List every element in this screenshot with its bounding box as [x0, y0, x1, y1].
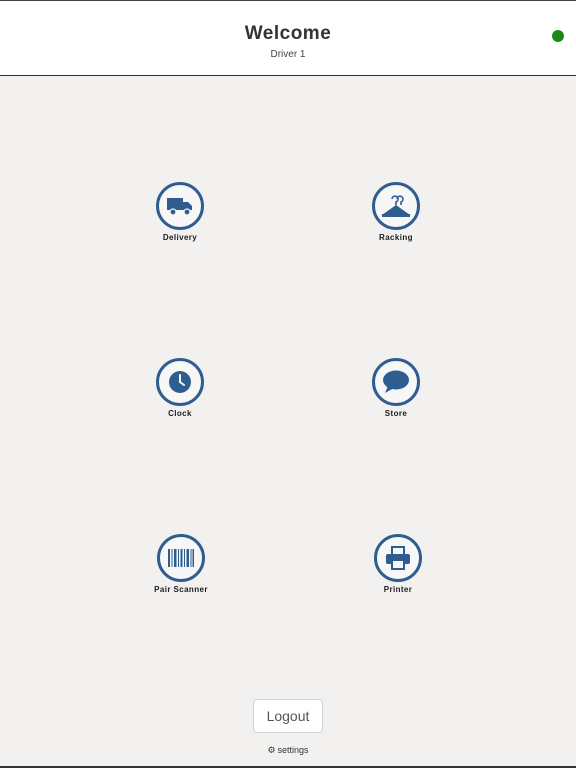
logout-button[interactable]: Logout [253, 699, 323, 733]
settings-label: settings [277, 745, 309, 755]
chat-bubble-icon [372, 358, 420, 406]
settings-link[interactable]: ⚙ settings [0, 745, 576, 756]
clock-icon [156, 358, 204, 406]
store-label: Store [384, 409, 408, 418]
driver-name: Driver 1 [270, 49, 306, 60]
gear-icon: ⚙ [267, 745, 276, 755]
connection-status-indicator [552, 30, 564, 42]
racking-button[interactable]: Racking [346, 182, 446, 252]
clock-label: Clock [168, 409, 192, 418]
app-header: Welcome Driver 1 [0, 0, 576, 76]
pair-scanner-button[interactable]: Pair Scanner [131, 534, 231, 604]
hanger-icon [372, 182, 420, 230]
delivery-button[interactable]: Delivery [130, 182, 230, 252]
printer-icon [374, 534, 422, 582]
barcode-icon [157, 534, 205, 582]
truck-icon [156, 182, 204, 230]
racking-label: Racking [379, 233, 413, 242]
printer-label: Printer [383, 585, 413, 594]
delivery-label: Delivery [162, 233, 198, 242]
page-title: Welcome [244, 23, 332, 44]
clock-button[interactable]: Clock [130, 358, 230, 428]
store-button[interactable]: Store [346, 358, 446, 428]
pair-scanner-label: Pair Scanner [154, 585, 208, 594]
printer-button[interactable]: Printer [348, 534, 448, 604]
